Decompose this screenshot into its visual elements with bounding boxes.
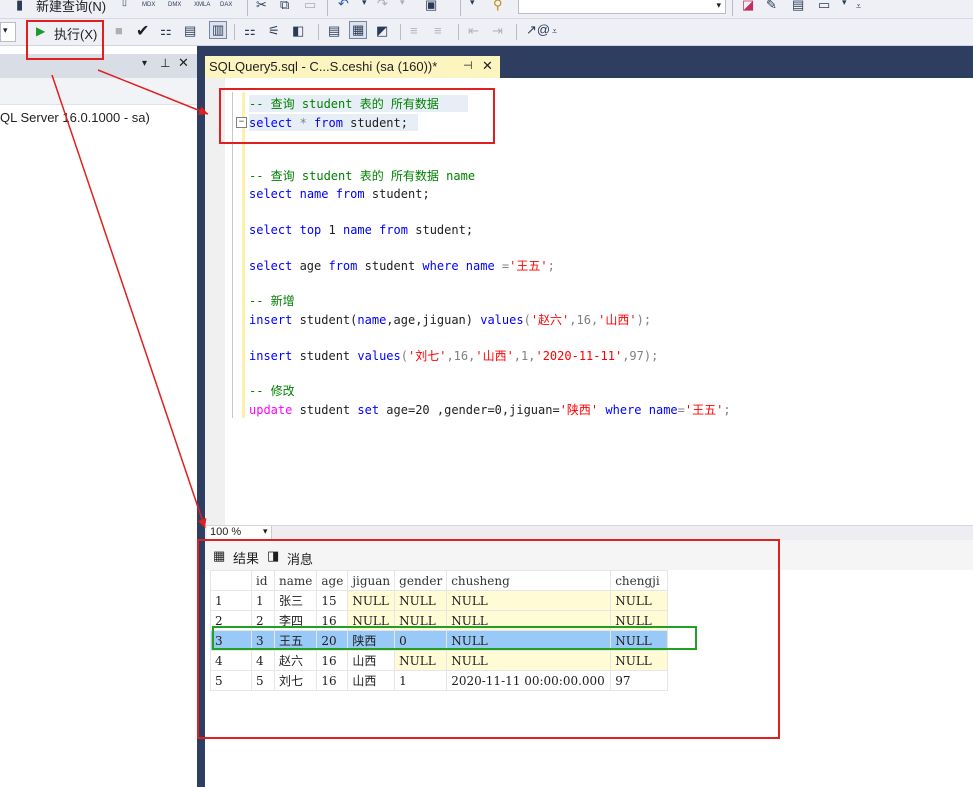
annotation-arrows xyxy=(51,69,209,529)
arrow-to-query xyxy=(97,69,209,115)
arrow-to-results xyxy=(51,74,207,529)
